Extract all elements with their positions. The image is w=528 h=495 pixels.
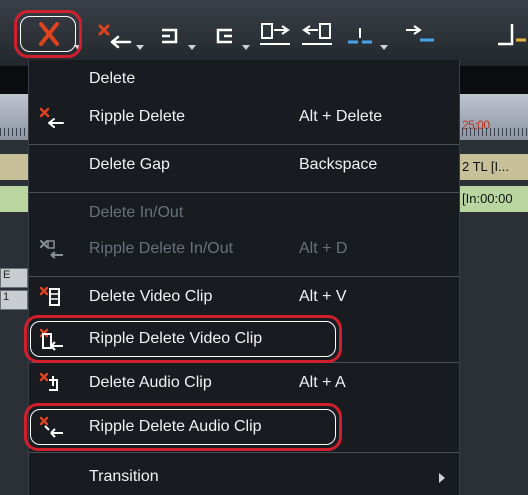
menu-item-delete-audio-clip[interactable]: Delete Audio Clip Alt + A [29, 364, 459, 404]
submenu-arrow-icon [439, 473, 445, 483]
ruler-ticks [0, 128, 28, 136]
split-button[interactable] [342, 14, 392, 54]
ripple-delete-audio-clip-highlight [24, 403, 342, 451]
redo-button[interactable] [204, 14, 254, 54]
menu-separator [29, 276, 459, 277]
menu-item-ripple-delete-in-out: Ripple Delete In/Out Alt + D [29, 230, 459, 270]
delete-button-highlight [14, 10, 82, 58]
menu-item-shortcut: Alt + D [299, 240, 348, 257]
ripple-delete-inout-icon [40, 240, 63, 259]
trim-button[interactable] [490, 14, 528, 54]
track-label-left [0, 154, 28, 180]
menu-item-transition[interactable]: Transition [29, 448, 459, 488]
menu-separator [29, 144, 459, 145]
ripple-delete-video-clip-highlight [24, 315, 342, 363]
menu-item-shortcut: Alt + Delete [299, 108, 383, 125]
set-in-icon [260, 23, 290, 45]
delete-button-highlight-inner [20, 16, 76, 52]
set-in-button[interactable] [258, 14, 294, 54]
ripple-delete-icon [98, 24, 144, 50]
delete-audio-clip-icon [39, 372, 58, 391]
menu-item-shortcut: Alt + V [299, 288, 347, 305]
set-out-icon [302, 23, 332, 45]
set-out-button[interactable] [300, 14, 336, 54]
track-clip-label[interactable]: 2 TL [I... [458, 154, 528, 180]
menu-item-label: Delete Gap [89, 156, 170, 173]
menu-item-ripple-delete[interactable]: Ripple Delete Alt + Delete [29, 98, 459, 138]
menu-item-shortcut: Alt + A [299, 374, 346, 391]
menu-item-delete-video-clip[interactable]: Delete Video Clip Alt + V [29, 278, 459, 318]
timeline-ruler-right[interactable]: 25;00 [458, 94, 528, 140]
menu-item-label: Delete [89, 70, 136, 87]
menu-item-label: Transition [89, 468, 159, 485]
timeline-ruler-left [0, 94, 28, 140]
highlight-inner [30, 409, 336, 445]
menu-item-label: Ripple Delete In/Out [89, 240, 234, 257]
ripple-delete-icon [39, 107, 64, 128]
menu-item-delete-gap[interactable]: Delete Gap Backspace [29, 146, 459, 186]
add-cut-icon [406, 25, 434, 42]
add-cut-button[interactable] [400, 14, 450, 54]
redo-icon [216, 28, 250, 50]
split-icon [348, 28, 388, 50]
timeline-toolbar [0, 0, 528, 66]
undo-button[interactable] [152, 14, 202, 54]
menu-item-delete-in-out: Delete In/Out [29, 194, 459, 234]
ruler-ticks [458, 128, 528, 136]
app-window: 25;00 2 TL [I... [In:00:00 E 1 Delete Ri… [0, 0, 528, 495]
menu-separator [29, 192, 459, 193]
track-info-left [0, 186, 28, 212]
menu-item-label: Delete Audio Clip [89, 374, 212, 391]
highlight-inner [30, 321, 336, 357]
track-row-1[interactable]: 1 [0, 290, 28, 310]
menu-item-delete[interactable]: Delete [29, 60, 459, 100]
menu-item-shortcut: Backspace [299, 156, 378, 173]
menu-item-label: Ripple Delete [89, 108, 186, 125]
menu-item-label: Delete Video Clip [89, 288, 213, 305]
trim-icon [498, 24, 526, 46]
menu-item-label: Delete In/Out [89, 204, 184, 221]
track-info-label: [In:00:00 [458, 186, 528, 212]
track-row-e[interactable]: E [0, 268, 28, 288]
undo-icon [162, 28, 196, 50]
ripple-delete-button[interactable] [96, 14, 146, 54]
delete-video-clip-icon [39, 286, 60, 306]
